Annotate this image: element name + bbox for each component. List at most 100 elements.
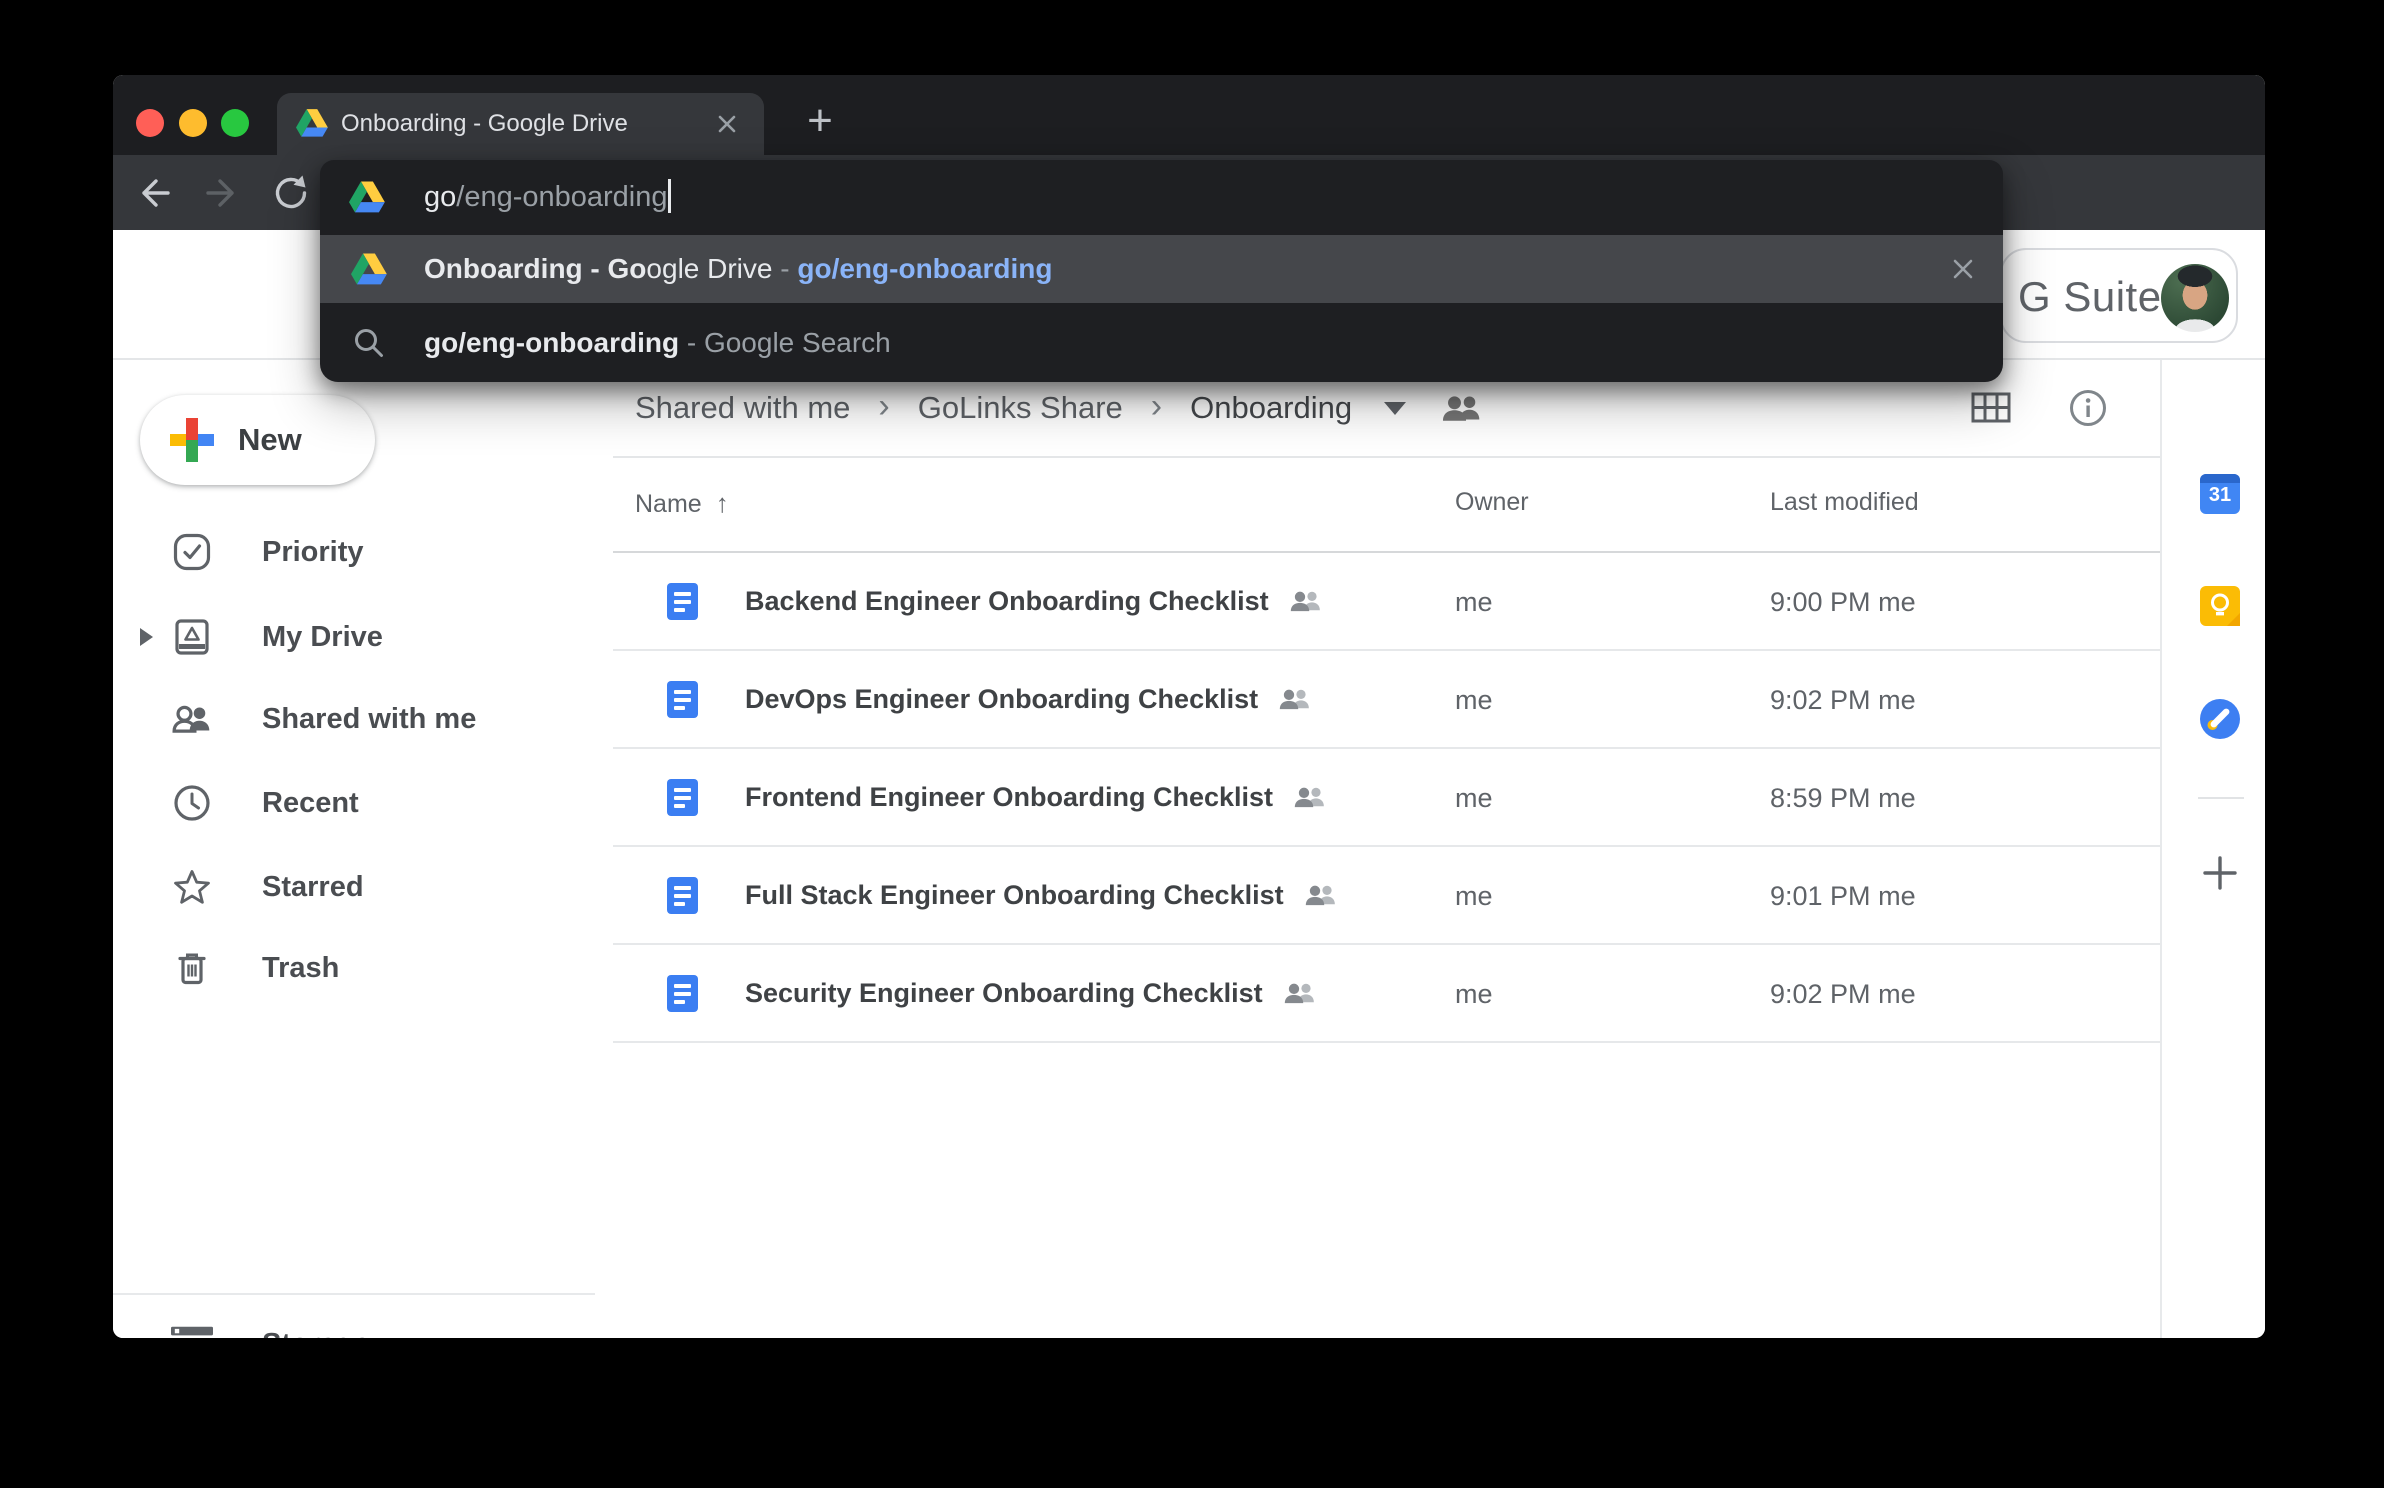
back-icon[interactable] xyxy=(134,173,174,213)
macos-close-button[interactable] xyxy=(136,109,164,137)
get-addons-plus-icon[interactable] xyxy=(2200,853,2240,893)
omnibox-input[interactable]: go/eng-onboarding xyxy=(424,160,671,235)
breadcrumb-onboarding[interactable]: Onboarding xyxy=(1190,390,1352,426)
table-row[interactable]: DevOps Engineer Onboarding Checklist me … xyxy=(613,651,2160,749)
file-name: Security Engineer Onboarding Checklist xyxy=(745,978,1263,1009)
tab-title: Onboarding - Google Drive xyxy=(341,93,628,155)
file-last-modified: 9:02 PM me xyxy=(1770,685,1916,716)
sidebar-item-recent[interactable]: Recent xyxy=(113,762,593,844)
file-name: DevOps Engineer Onboarding Checklist xyxy=(745,684,1258,715)
browser-window: Onboarding - Google Drive + Drive G xyxy=(113,75,2265,1338)
new-button[interactable]: New xyxy=(140,395,375,485)
breadcrumb-separator-icon: › xyxy=(1151,387,1162,430)
expand-triangle-icon[interactable] xyxy=(140,628,153,646)
drive-sidebar: New Priority My Drive xyxy=(113,360,613,1338)
sidebar-divider xyxy=(113,1293,595,1295)
clock-icon xyxy=(171,782,213,824)
new-button-label: New xyxy=(238,422,302,458)
file-last-modified: 9:02 PM me xyxy=(1770,979,1916,1010)
tab-strip: Onboarding - Google Drive + xyxy=(113,75,2265,155)
account-avatar[interactable] xyxy=(2161,264,2229,332)
shared-indicator-icon xyxy=(1278,687,1312,711)
sidebar-item-starred[interactable]: Starred xyxy=(113,846,593,928)
macos-minimize-button[interactable] xyxy=(179,109,207,137)
forward-icon[interactable] xyxy=(202,173,242,213)
priority-icon xyxy=(171,531,213,573)
sidebar-item-storage[interactable]: Storage xyxy=(262,1328,370,1338)
trash-icon xyxy=(171,947,213,989)
google-docs-file-icon xyxy=(667,681,698,718)
text-cursor xyxy=(668,179,671,213)
drive-favicon-icon xyxy=(349,181,385,213)
shared-people-icon xyxy=(171,698,213,740)
folder-menu-caret-icon[interactable] xyxy=(1384,402,1406,415)
drive-favicon-icon xyxy=(296,109,328,137)
shared-indicator-icon xyxy=(1293,785,1327,809)
info-icon[interactable] xyxy=(2068,388,2108,428)
browser-tab[interactable]: Onboarding - Google Drive xyxy=(277,93,764,155)
file-owner: me xyxy=(1455,881,1493,912)
sidebar-item-trash[interactable]: Trash xyxy=(113,927,593,1009)
sidebar-item-my-drive[interactable]: My Drive xyxy=(113,596,593,678)
column-header-owner[interactable]: Owner xyxy=(1455,488,1529,517)
column-header-name[interactable]: Name↑ xyxy=(635,488,729,519)
file-owner: me xyxy=(1455,979,1493,1010)
google-docs-file-icon xyxy=(667,877,698,914)
suggestion-text: Onboarding - Google Drive - go/eng-onboa… xyxy=(424,235,1052,303)
suggestion-drive-result[interactable]: Onboarding - Google Drive - go/eng-onboa… xyxy=(320,235,2003,303)
gsuite-label: G Suite xyxy=(2018,273,2162,321)
suggestion-google-search[interactable]: go/eng-onboarding - Google Search xyxy=(320,303,2003,382)
folder-shared-icon xyxy=(1440,393,1484,423)
right-side-panel: 31 xyxy=(2160,360,2265,1338)
omnibox-dropdown: go/eng-onboarding Onboarding - Google Dr… xyxy=(320,160,2003,382)
my-drive-icon xyxy=(171,616,213,658)
file-name: Full Stack Engineer Onboarding Checklist xyxy=(745,880,1284,911)
breadcrumb-golinks-share[interactable]: GoLinks Share xyxy=(918,390,1123,426)
table-body: Backend Engineer Onboarding Checklist me… xyxy=(613,553,2160,1043)
shared-indicator-icon xyxy=(1289,589,1323,613)
breadcrumb-separator-icon: › xyxy=(878,387,889,430)
google-docs-file-icon xyxy=(667,583,698,620)
breadcrumb-shared-with-me[interactable]: Shared with me xyxy=(635,390,850,426)
file-last-modified: 9:01 PM me xyxy=(1770,881,1916,912)
table-header-row: Name↑ Owner Last modified xyxy=(613,458,2160,553)
column-header-last-modified[interactable]: Last modified xyxy=(1770,488,1919,517)
shared-indicator-icon xyxy=(1304,883,1338,907)
google-docs-file-icon xyxy=(667,975,698,1012)
table-row[interactable]: Backend Engineer Onboarding Checklist me… xyxy=(613,553,2160,651)
shared-indicator-icon xyxy=(1283,981,1317,1005)
search-icon xyxy=(351,325,387,361)
gsuite-account-pill[interactable]: G Suite xyxy=(2000,248,2238,343)
macos-zoom-button[interactable] xyxy=(221,109,249,137)
google-plus-icon xyxy=(170,418,214,462)
star-icon xyxy=(171,866,213,908)
sidebar-item-shared-with-me[interactable]: Shared with me xyxy=(113,678,593,760)
drive-favicon-icon xyxy=(351,253,387,285)
table-row[interactable]: Security Engineer Onboarding Checklist m… xyxy=(613,945,2160,1043)
google-docs-file-icon xyxy=(667,779,698,816)
file-owner: me xyxy=(1455,685,1493,716)
file-last-modified: 9:00 PM me xyxy=(1770,587,1916,618)
file-owner: me xyxy=(1455,587,1493,618)
sidebar-item-priority[interactable]: Priority xyxy=(113,511,593,593)
reload-icon[interactable] xyxy=(271,173,311,213)
table-row[interactable]: Full Stack Engineer Onboarding Checklist… xyxy=(613,847,2160,945)
omnibox[interactable]: go/eng-onboarding xyxy=(320,160,2003,235)
file-name: Frontend Engineer Onboarding Checklist xyxy=(745,782,1273,813)
file-owner: me xyxy=(1455,783,1493,814)
suggestion-text: go/eng-onboarding - Google Search xyxy=(424,303,891,382)
tab-close-icon[interactable] xyxy=(713,110,741,138)
table-row[interactable]: Frontend Engineer Onboarding Checklist m… xyxy=(613,749,2160,847)
rail-divider xyxy=(2198,797,2244,799)
remove-suggestion-icon[interactable] xyxy=(1946,252,1980,286)
grid-view-icon[interactable] xyxy=(1971,388,2011,428)
storage-icon xyxy=(171,1322,213,1338)
new-tab-button[interactable]: + xyxy=(789,93,851,155)
sort-ascending-icon: ↑ xyxy=(716,488,729,518)
file-name: Backend Engineer Onboarding Checklist xyxy=(745,586,1269,617)
calendar-icon[interactable]: 31 xyxy=(2200,474,2240,514)
file-table: Name↑ Owner Last modified Backend Engine… xyxy=(613,458,2160,1043)
tasks-icon[interactable] xyxy=(2200,699,2240,739)
keep-icon[interactable] xyxy=(2200,586,2240,626)
file-last-modified: 8:59 PM me xyxy=(1770,783,1916,814)
